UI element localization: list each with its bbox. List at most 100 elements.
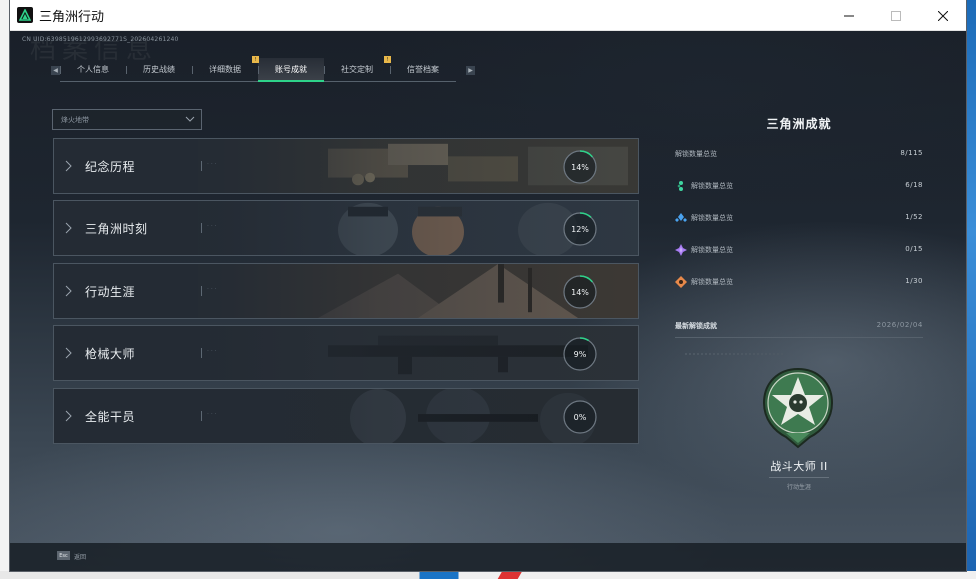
total-unlock-row: 解锁数量总览 8/115 xyxy=(675,147,923,161)
category-label: 行动生涯 xyxy=(85,285,136,299)
maximize-icon xyxy=(890,10,901,21)
game-client-area: 档案信息 CN UID:6398519612993692771S_2026042… xyxy=(10,31,966,571)
recent-unlock-header: 最新解锁成就 2026/02/04 xyxy=(675,321,923,335)
esc-key-hint[interactable]: Esc xyxy=(57,551,70,560)
desktop-taskbar-fragment xyxy=(0,571,976,579)
divider xyxy=(201,223,202,233)
achievement-category-row[interactable]: 行动生涯 · · · 14% xyxy=(53,263,639,319)
progress-percent: 9% xyxy=(573,349,587,359)
tab-label: 历史战绩 xyxy=(143,65,175,74)
tab-social[interactable]: 社交定制 xyxy=(324,58,390,82)
progress-percent: 12% xyxy=(571,224,589,234)
window-title: 三角洲行动 xyxy=(39,9,105,25)
decoration-dots: · · · xyxy=(207,161,217,168)
chevron-right-icon xyxy=(65,285,72,297)
desktop-decoration xyxy=(497,571,523,579)
divider xyxy=(675,337,923,338)
tab-details[interactable]: 详细数据 xyxy=(192,58,258,82)
category-label: 枪械大师 xyxy=(85,347,136,361)
back-label: 返回 xyxy=(74,554,87,561)
notification-badge: ! xyxy=(252,56,259,63)
recent-unlock-label: 最新解锁成就 xyxy=(675,322,717,330)
title-bar[interactable]: 三角洲行动 xyxy=(10,0,966,31)
desktop-background-left xyxy=(0,0,10,579)
tier-value: 1/30 xyxy=(905,277,923,285)
achievement-category-row[interactable]: 纪念历程 · · · 14% xyxy=(53,138,639,194)
tier-label: 解锁数量总览 xyxy=(691,182,733,190)
chevron-right-icon xyxy=(65,222,72,234)
progress-ring: 9% xyxy=(562,336,598,372)
tier-label: 解锁数量总览 xyxy=(691,246,733,254)
panel-title: 三角洲成就 xyxy=(766,117,832,131)
category-label: 全能干员 xyxy=(85,410,136,424)
emblem-name: 战斗大师 II xyxy=(770,460,828,473)
minimize-icon xyxy=(843,15,854,16)
divider xyxy=(201,411,202,421)
achievement-category-row[interactable]: 三角洲时刻 · · · 12% xyxy=(53,200,639,256)
decoration-dots: · · · xyxy=(207,223,217,230)
divider xyxy=(201,161,202,171)
tier-label: 解锁数量总览 xyxy=(691,278,733,286)
decoration-dots: · · · xyxy=(207,286,217,293)
mode-select[interactable]: 烽火地带 xyxy=(52,109,202,130)
tab-label: 账号成就 xyxy=(275,64,307,74)
app-window: 三角洲行动 档案信息 CN UID:6398519612993692771S_2… xyxy=(10,0,966,571)
divider xyxy=(201,348,202,358)
row-gradient xyxy=(54,389,638,443)
chevron-down-icon xyxy=(185,116,195,122)
progress-ring: 14% xyxy=(562,149,598,185)
tab-label: 个人信息 xyxy=(77,65,109,74)
tier-unlock-row: 解锁数量总览 0/15 xyxy=(675,243,923,257)
tier-value: 0/15 xyxy=(905,245,923,253)
tab-label: 社交定制 xyxy=(341,65,373,74)
tab-reputation[interactable]: ! 信誉档案 xyxy=(384,56,456,82)
tier-unlock-row: 解锁数量总览 1/52 xyxy=(675,211,923,225)
tab-label: 信誉档案 xyxy=(407,65,439,74)
achievement-category-row[interactable]: 枪械大师 · · · 9% xyxy=(53,325,639,381)
maximize-button[interactable] xyxy=(872,0,919,31)
progress-ring: 0% xyxy=(562,399,598,435)
row-gradient xyxy=(54,264,638,318)
app-logo-icon xyxy=(17,7,33,23)
mode-select-value: 烽火地带 xyxy=(61,115,89,124)
tier-value: 1/52 xyxy=(905,213,923,221)
achievement-category-row[interactable]: 全能干员 · · · 0% xyxy=(53,388,639,444)
tier-value: 6/18 xyxy=(905,181,923,189)
tab-next-icon[interactable]: ▶ xyxy=(466,66,475,75)
bottom-bar: Esc 返回 xyxy=(10,543,966,571)
chevron-right-icon xyxy=(65,410,72,422)
emblem-category: 行动生涯 xyxy=(786,484,811,491)
category-label: 三角洲时刻 xyxy=(85,222,148,236)
close-button[interactable] xyxy=(919,0,966,31)
category-label: 纪念历程 xyxy=(85,160,136,174)
divider xyxy=(769,477,829,478)
tab-prev-icon[interactable]: ◀ xyxy=(51,66,60,75)
orange-gem-icon xyxy=(675,276,687,288)
achievement-emblem-icon[interactable] xyxy=(762,367,834,449)
green-gem-icon xyxy=(677,181,683,191)
notification-badge: ! xyxy=(384,56,391,63)
purple-gem-icon xyxy=(675,244,687,256)
uid-text: CN UID:6398519612993692771S_202604261240 xyxy=(22,36,179,43)
decoration-dots: · · · xyxy=(207,348,217,355)
total-unlock-label: 解锁数量总览 xyxy=(675,150,717,158)
progress-percent: 14% xyxy=(571,162,589,172)
desktop-background-right xyxy=(966,0,976,579)
chevron-right-icon xyxy=(65,160,72,172)
row-gradient xyxy=(54,326,638,380)
chevron-right-icon xyxy=(65,347,72,359)
tier-unlock-row: 解锁数量总览 1/30 xyxy=(675,275,923,289)
progress-percent: 0% xyxy=(573,412,587,422)
total-unlock-value: 8/115 xyxy=(900,149,923,157)
tab-history[interactable]: 历史战绩 xyxy=(126,58,192,82)
tab-achievements[interactable]: ! 账号成就 xyxy=(252,56,324,82)
progress-percent: 14% xyxy=(571,287,589,297)
tier-unlock-row: 解锁数量总览 6/18 xyxy=(675,179,923,193)
tier-label: 解锁数量总览 xyxy=(691,214,733,222)
decoration-ticks xyxy=(685,353,785,355)
minimize-button[interactable] xyxy=(825,0,872,31)
tab-personal-info[interactable]: 个人信息 xyxy=(60,58,126,82)
recent-unlock-date: 2026/02/04 xyxy=(876,321,923,329)
close-icon xyxy=(937,10,948,21)
decoration-dots: · · · xyxy=(207,411,217,418)
